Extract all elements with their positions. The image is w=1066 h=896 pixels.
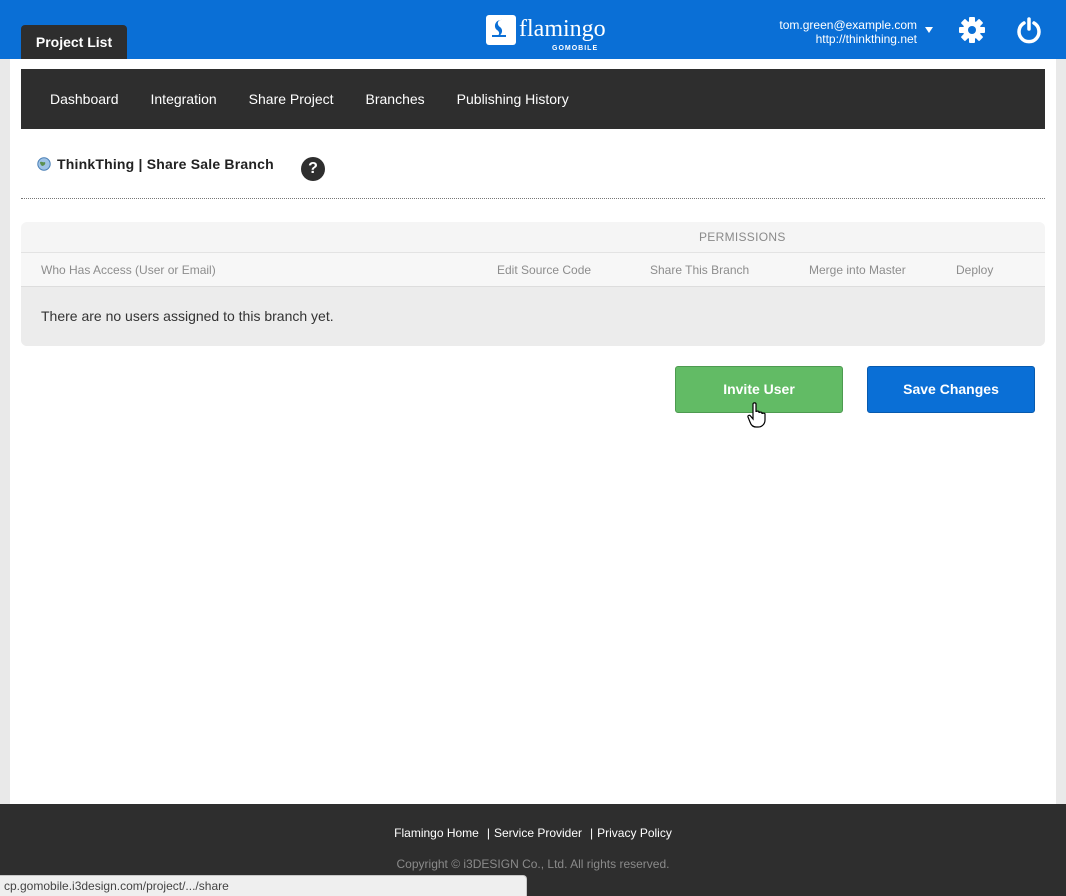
- flamingo-logo[interactable]: flamingo GOMOBILE: [486, 15, 606, 55]
- globe-icon: [37, 157, 51, 171]
- empty-state-message: There are no users assigned to this bran…: [41, 308, 334, 324]
- help-icon[interactable]: ?: [301, 157, 325, 181]
- column-header-row: Who Has Access (User or Email) Edit Sour…: [21, 253, 1045, 287]
- empty-state-row: There are no users assigned to this bran…: [21, 287, 1045, 346]
- hand-cursor-icon: [747, 402, 766, 428]
- account-menu[interactable]: tom.green@example.com http://thinkthing.…: [779, 18, 917, 46]
- footer-separator: |: [486, 826, 490, 840]
- nav-branches[interactable]: Branches: [350, 69, 441, 129]
- divider: [21, 198, 1045, 199]
- footer-link-service-provider[interactable]: Service Provider: [494, 826, 582, 840]
- access-table: PERMISSIONS Who Has Access (User or Emai…: [21, 222, 1045, 346]
- save-changes-button[interactable]: Save Changes: [867, 366, 1035, 413]
- nav-dashboard[interactable]: Dashboard: [34, 69, 135, 129]
- column-who-has-access: Who Has Access (User or Email): [41, 263, 216, 277]
- chevron-down-icon[interactable]: [925, 27, 933, 33]
- footer-separator: |: [590, 826, 594, 840]
- project-list-tab[interactable]: Project List: [21, 25, 127, 59]
- copyright: Copyright © i3DESIGN Co., Ltd. All right…: [396, 857, 670, 871]
- flamingo-logo-icon: [486, 15, 516, 45]
- power-icon[interactable]: [1015, 16, 1043, 44]
- account-email: tom.green@example.com: [779, 18, 917, 32]
- footer-link-privacy-policy[interactable]: Privacy Policy: [597, 826, 672, 840]
- column-share-this-branch: Share This Branch: [650, 263, 750, 277]
- sub-navigation: Dashboard Integration Share Project Bran…: [21, 69, 1045, 129]
- browser-status-url: cp.gomobile.i3design.com/project/.../sha…: [0, 875, 527, 896]
- logo-text: flamingo: [519, 16, 606, 42]
- column-merge-into-master: Merge into Master: [809, 263, 906, 277]
- permissions-header-row: PERMISSIONS: [21, 222, 1045, 253]
- account-site: http://thinkthing.net: [815, 32, 917, 46]
- main-panel: Dashboard Integration Share Project Bran…: [10, 59, 1056, 804]
- top-bar: Project List flamingo GOMOBILE tom.green…: [0, 0, 1066, 59]
- footer-links: Flamingo Home | Service Provider | Privacy P…: [0, 826, 1066, 840]
- logo-subtext: GOMOBILE: [552, 45, 599, 52]
- gear-icon[interactable]: [958, 16, 986, 44]
- nav-publishing-history[interactable]: Publishing History: [441, 69, 585, 129]
- page-title: ThinkThing | Share Sale Branch: [37, 156, 274, 172]
- nav-integration[interactable]: Integration: [135, 69, 233, 129]
- column-deploy: Deploy: [956, 263, 994, 277]
- nav-share-project[interactable]: Share Project: [233, 69, 350, 129]
- page-title-text: ThinkThing | Share Sale Branch: [57, 156, 274, 172]
- footer-link-flamingo-home[interactable]: Flamingo Home: [394, 826, 479, 840]
- permissions-title: PERMISSIONS: [699, 230, 786, 244]
- column-edit-source-code: Edit Source Code: [497, 263, 592, 277]
